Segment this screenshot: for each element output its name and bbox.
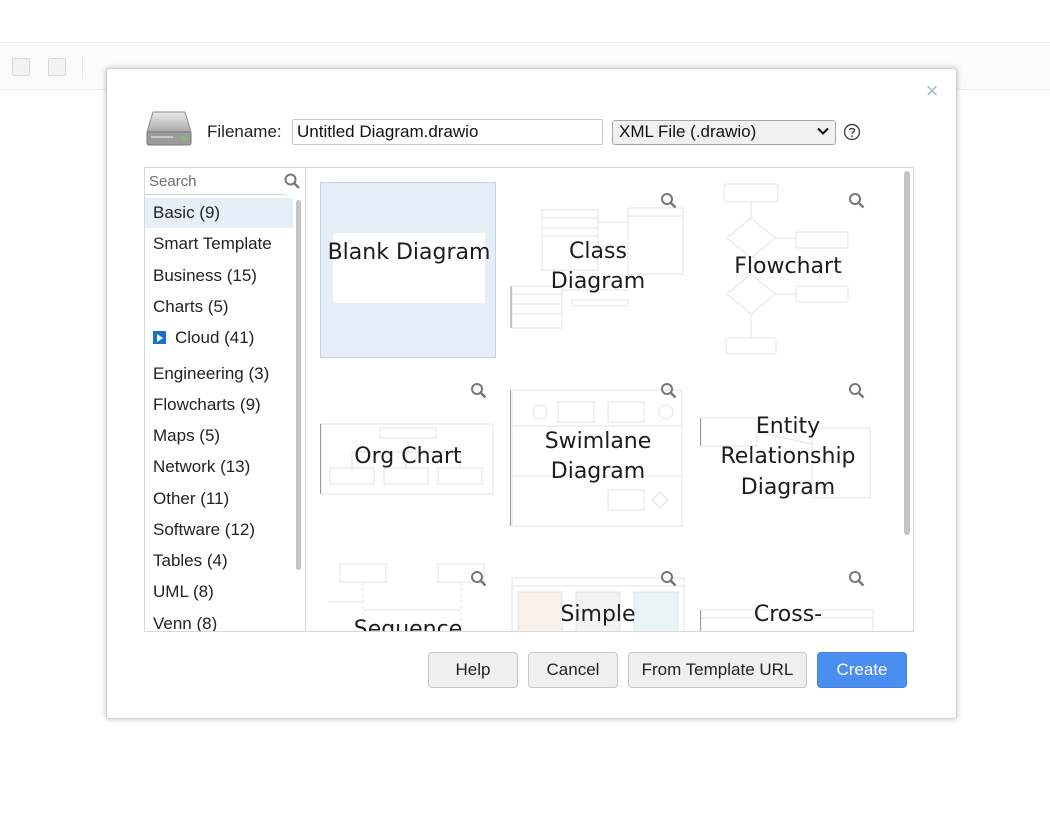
template-label-line3: Diagram — [740, 475, 836, 500]
template-cross-functional[interactable]: Cross- — [700, 560, 876, 631]
category-other[interactable]: Other (11) — [145, 484, 293, 514]
category-network[interactable]: Network (13) — [145, 452, 293, 482]
category-basic[interactable]: Basic (9) — [145, 198, 293, 228]
template-label: Sequence — [353, 617, 463, 631]
create-button[interactable]: Create — [817, 652, 907, 688]
template-label: Blank Diagram — [327, 240, 491, 265]
template-flowchart[interactable]: Flowchart — [700, 182, 876, 358]
template-label-line2: Relationship — [720, 444, 856, 469]
template-entity-relationship-diagram[interactable]: Entity Relationship Diagram — [700, 372, 876, 548]
help-button[interactable]: Help — [428, 652, 518, 688]
magnifier-icon[interactable] — [660, 382, 677, 399]
magnifier-icon[interactable] — [848, 570, 865, 587]
toolbar-separator — [82, 55, 83, 79]
from-template-url-button[interactable]: From Template URL — [628, 652, 807, 688]
category-cloud[interactable]: Cloud (41) — [145, 323, 293, 353]
category-tables[interactable]: Tables (4) — [145, 546, 293, 576]
category-venn[interactable]: Venn (8) — [145, 609, 293, 631]
format-selected-label: XML File (.drawio) — [619, 122, 757, 141]
to-back-icon — [48, 58, 66, 76]
template-blank-diagram[interactable]: Blank Diagram — [320, 182, 496, 358]
chevron-down-icon — [817, 127, 829, 135]
cancel-button[interactable]: Cancel — [528, 652, 618, 688]
template-grid-scroll-thumb[interactable] — [904, 171, 910, 535]
category-engineering[interactable]: Engineering (3) — [145, 359, 293, 389]
template-label-line1: Entity — [755, 414, 821, 439]
template-label: Org Chart — [354, 444, 462, 469]
category-smart-template[interactable]: Smart Template — [145, 229, 293, 259]
help-icon[interactable] — [843, 123, 861, 141]
template-swimlane-diagram[interactable]: Swimlane Diagram — [510, 372, 686, 548]
filename-label: Filename: — [207, 122, 282, 141]
magnifier-icon[interactable] — [470, 382, 487, 399]
category-flowcharts[interactable]: Flowcharts (9) — [145, 390, 293, 420]
template-label-line1: Swimlane — [544, 429, 652, 454]
category-uml[interactable]: UML (8) — [145, 577, 293, 607]
category-charts[interactable]: Charts (5) — [145, 292, 293, 322]
template-row-3: Sequence Simple Cross- — [307, 560, 903, 631]
expand-arrow-icon[interactable] — [153, 331, 166, 344]
format-select[interactable]: XML File (.drawio) — [612, 120, 836, 145]
magnifier-icon[interactable] — [470, 570, 487, 587]
template-org-chart[interactable]: Org Chart — [320, 372, 496, 548]
magnifier-icon[interactable] — [660, 192, 677, 209]
template-label-line1: Class — [569, 239, 627, 264]
magnifier-icon[interactable] — [848, 382, 865, 399]
category-cloud-label: Cloud (41) — [175, 328, 255, 347]
template-simple[interactable]: Simple — [510, 560, 686, 631]
category-software[interactable]: Software (12) — [145, 515, 293, 545]
app-menubar — [0, 0, 1050, 43]
search-icon[interactable] — [283, 172, 301, 190]
category-business[interactable]: Business (15) — [145, 261, 293, 291]
template-label: Cross- — [753, 602, 823, 627]
template-label-line2: Diagram — [550, 269, 646, 294]
magnifier-icon[interactable] — [848, 192, 865, 209]
search-input[interactable] — [145, 168, 285, 195]
template-label: Flowchart — [734, 254, 842, 279]
template-label: Simple — [560, 602, 636, 627]
category-sidebar: Basic (9) Smart Template Business (15) C… — [144, 167, 306, 632]
close-icon[interactable]: × — [920, 79, 944, 103]
sidebar-scroll-thumb[interactable] — [296, 200, 301, 570]
template-label-line2: Diagram — [550, 459, 646, 484]
category-maps[interactable]: Maps (5) — [145, 421, 293, 451]
filename-input[interactable] — [292, 119, 603, 145]
magnifier-icon[interactable] — [660, 570, 677, 587]
template-class-diagram[interactable]: Class Diagram — [510, 182, 686, 358]
to-front-icon — [12, 58, 30, 76]
drive-icon — [146, 111, 192, 146]
template-sequence-diagram[interactable]: Sequence — [320, 560, 496, 631]
